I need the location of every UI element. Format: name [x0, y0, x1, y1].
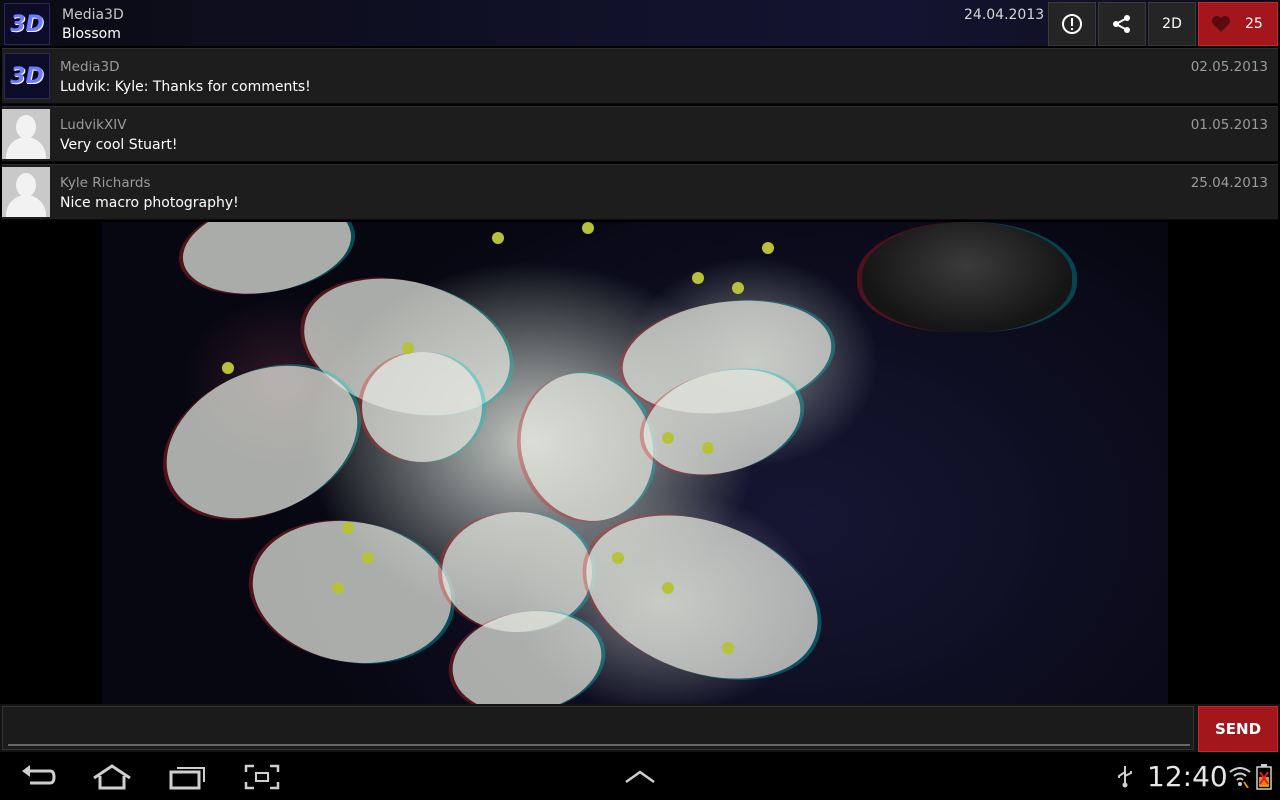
comment-item: 3D Media3D Ludvik: Kyle: Thanks for comm… [2, 48, 1278, 104]
photo-date: 24.04.2013 [964, 7, 1045, 23]
wifi-icon [1229, 767, 1251, 788]
photo-view[interactable] [102, 222, 1168, 704]
like-button[interactable]: 25 [1198, 2, 1278, 46]
recent-apps-icon [169, 767, 205, 790]
photo-stamen [222, 362, 234, 374]
photo-bee [862, 222, 1072, 332]
logo-text: 3D [10, 11, 44, 37]
comment-date: 25.04.2013 [1190, 175, 1268, 191]
expand-up-button[interactable] [618, 760, 662, 794]
photo-stamen [702, 442, 714, 454]
comment-text: Nice macro photography! [60, 195, 239, 211]
home-icon [93, 764, 131, 790]
comment-author[interactable]: LudvikXIV [60, 117, 126, 133]
comment-text: Ludvik: Kyle: Thanks for comments! [60, 79, 311, 95]
heart-icon [1212, 16, 1230, 32]
comment-item: LudvikXIV Very cool Stuart! 01.05.2013 [2, 106, 1278, 162]
avatar-media3d-logo[interactable]: 3D [4, 53, 50, 99]
photo-stamen [492, 232, 504, 244]
comment-author[interactable]: Kyle Richards [60, 175, 151, 191]
photo-stamen [662, 432, 674, 444]
report-button[interactable] [1048, 2, 1096, 46]
avatar-person-icon [16, 173, 36, 197]
recent-apps-button[interactable] [166, 760, 210, 794]
avatar-person-body [6, 195, 46, 217]
toggle-2d-button[interactable]: 2D [1148, 2, 1196, 46]
comment-author[interactable]: Media3D [60, 59, 120, 75]
clock: 12:40 [1147, 760, 1228, 793]
avatar[interactable] [2, 109, 50, 159]
share-icon [1113, 15, 1130, 33]
photo-stamen [762, 242, 774, 254]
comment-text: Very cool Stuart! [60, 137, 178, 153]
avatar[interactable] [2, 167, 50, 217]
photo-stamen [612, 552, 624, 564]
back-icon [22, 765, 56, 785]
photo-header: 3D Media3D Blossom 24.04.2013 2D 25 [0, 0, 1280, 46]
screenshot-button[interactable] [240, 760, 284, 794]
photo-stamen [662, 582, 674, 594]
photo-stamen [362, 552, 374, 564]
comment-item: Kyle Richards Nice macro photography! 25… [2, 164, 1278, 220]
back-button[interactable] [16, 760, 60, 794]
like-count: 25 [1245, 16, 1263, 32]
photo-stamen [722, 642, 734, 654]
photo-stamen [582, 222, 594, 234]
avatar-person-body [6, 137, 46, 159]
comment-date: 01.05.2013 [1190, 117, 1268, 133]
usb-icon [1118, 766, 1132, 788]
photo-stamen [342, 522, 354, 534]
photo-stamen [692, 272, 704, 284]
author-name[interactable]: Media3D [62, 7, 124, 23]
photo-stamen [732, 282, 744, 294]
system-navigation-bar: 12:40 [0, 752, 1280, 800]
send-button[interactable]: SEND [1198, 706, 1278, 752]
alert-circle-icon [1062, 14, 1082, 34]
comment-date: 02.05.2013 [1190, 59, 1268, 75]
home-button[interactable] [90, 760, 134, 794]
avatar-person-icon [16, 115, 36, 139]
photo-stamen [332, 582, 344, 594]
battery-icon [1256, 764, 1272, 790]
media3d-logo: 3D [4, 3, 50, 45]
photo-petal [362, 352, 482, 462]
logo-text: 3D [10, 63, 44, 89]
input-underline [8, 744, 1190, 746]
share-button[interactable] [1098, 2, 1146, 46]
screenshot-icon [244, 764, 280, 790]
toggle-2d-label: 2D [1162, 16, 1182, 32]
comment-composer: SEND [0, 704, 1280, 752]
photo-title: Blossom [62, 26, 121, 42]
photo-stamen [402, 342, 414, 354]
chevron-up-icon [625, 770, 655, 784]
